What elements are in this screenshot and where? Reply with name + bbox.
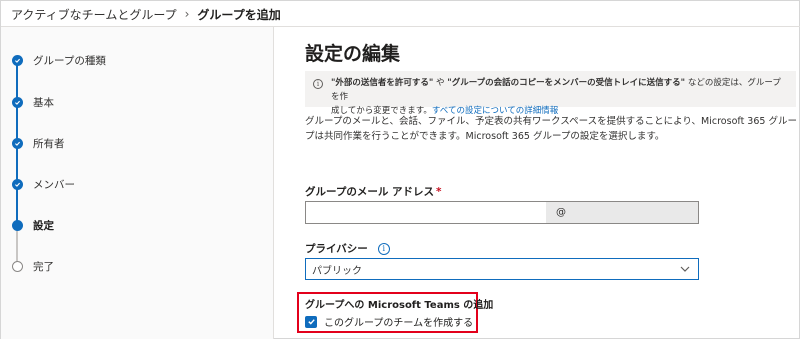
step-label: 所有者 [33, 137, 65, 150]
checkmark-icon [12, 178, 23, 190]
email-domain-prefix: @ [556, 207, 566, 218]
checkmark-icon [12, 137, 23, 149]
wizard-steps: グループの種類 基本 所有者 メンバー 設定 完了 [1, 27, 274, 339]
step-label: 完了 [33, 260, 54, 273]
privacy-field-label: プライバシー i [305, 241, 390, 256]
breadcrumb-current: グループを追加 [197, 7, 281, 22]
step-members[interactable]: メンバー [12, 177, 75, 191]
step-label: 基本 [33, 96, 54, 109]
create-team-option[interactable]: このグループのチームを作成する [305, 314, 473, 329]
step-owners[interactable]: 所有者 [12, 136, 65, 150]
email-alias-input[interactable] [306, 202, 546, 223]
email-label-text: グループのメール アドレス [305, 186, 435, 198]
email-address-field: @ [305, 201, 699, 224]
privacy-label-text: プライバシー [305, 243, 368, 255]
step-group-type[interactable]: グループの種類 [12, 53, 106, 67]
chevron-down-icon [680, 266, 690, 272]
create-team-label: このグループのチームを作成する [324, 318, 474, 329]
info-message-bar: i "外部の送信者を許可する" や "グループの会話のコピーをメンバーの受信トレ… [305, 71, 796, 116]
privacy-selected-value: パブリック [312, 265, 362, 277]
step-label: メンバー [33, 178, 75, 191]
info-setting-1: "外部の送信者を許可する" [331, 78, 434, 88]
required-marker: * [436, 185, 442, 198]
breadcrumb-link-active-teams[interactable]: アクティブなチームとグループ [11, 6, 177, 23]
window-frame: アクティブなチームとグループ › グループを追加 グループの種類 基本 所有者 [0, 0, 800, 339]
email-domain-select[interactable]: @ [546, 202, 698, 223]
step-settings[interactable]: 設定 [12, 218, 54, 232]
checkmark-icon [307, 319, 315, 325]
step-finish[interactable]: 完了 [12, 259, 54, 273]
info-icon: i [313, 79, 323, 89]
info-setting-2: "グループの会話のコピーをメンバーの受信トレイに送信する" [447, 78, 686, 88]
breadcrumb-separator: › [184, 7, 190, 21]
email-field-label: グループのメール アドレス * [305, 184, 442, 199]
checkmark-icon [12, 96, 23, 108]
current-step-dot-icon [12, 219, 23, 231]
description-text: グループのメールと、会話、ファイル、予定表の共有ワークスペースを提供することによ… [305, 116, 797, 142]
teams-section-label: グループへの Microsoft Teams の追加 [305, 300, 494, 311]
create-team-checkbox[interactable] [305, 315, 317, 328]
breadcrumb: アクティブなチームとグループ › グループを追加 [11, 5, 281, 23]
step-label: グループの種類 [33, 54, 106, 67]
step-basics[interactable]: 基本 [12, 95, 54, 109]
privacy-dropdown[interactable]: パブリック [305, 258, 699, 280]
info-text-part: や [433, 78, 448, 88]
pending-step-circle-icon [12, 260, 23, 272]
checkmark-icon [12, 54, 23, 66]
step-label: 設定 [33, 219, 54, 232]
info-icon[interactable]: i [377, 242, 390, 255]
page-title: 設定の編集 [305, 43, 401, 65]
info-message-text: "外部の送信者を許可する" や "グループの会話のコピーをメンバーの受信トレイに… [331, 76, 788, 116]
